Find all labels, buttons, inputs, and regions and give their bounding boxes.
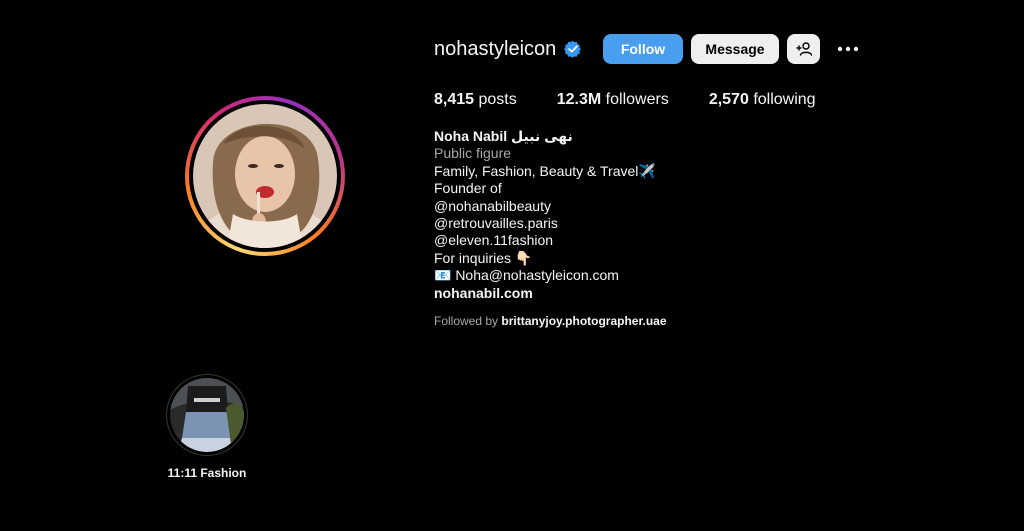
profile-bio: Noha Nabil نهى نبيل Public figure Family…: [434, 128, 656, 302]
profile-stats: 8,415 posts 12.3M followers 2,570 follow…: [434, 91, 856, 109]
followed-by-user: brittanyjoy.photographer.uae: [501, 314, 667, 328]
bio-mention-link[interactable]: @nohanabilbeauty: [434, 198, 656, 215]
profile-category: Public figure: [434, 145, 512, 162]
followed-by[interactable]: Followed by brittanyjoy.photographer.uae: [434, 314, 667, 328]
profile-avatar-ring[interactable]: [185, 96, 345, 256]
highlight-cover: [170, 378, 244, 452]
verified-badge-icon: [564, 40, 582, 58]
followed-by-prefix: Followed by: [434, 314, 499, 328]
bio-website-link[interactable]: nohanabil.com: [434, 285, 656, 302]
highlight-ring: [166, 374, 248, 456]
follow-button[interactable]: Follow: [603, 34, 683, 64]
following-stat[interactable]: 2,570 following: [709, 91, 816, 109]
person-add-icon: [795, 41, 812, 57]
avatar-gap: [189, 100, 341, 252]
following-label: following: [753, 91, 816, 108]
highlight-label: 11:11 Fashion: [167, 466, 247, 480]
bio-mention-link[interactable]: @retrouvailles.paris: [434, 215, 656, 232]
more-options-button[interactable]: [834, 36, 862, 62]
posts-label: posts: [478, 91, 517, 108]
suggest-users-button[interactable]: [787, 34, 820, 64]
following-count: 2,570: [708, 91, 749, 108]
bio-line: Founder of: [434, 180, 502, 197]
profile-full-name: Noha Nabil نهى نبيل: [434, 128, 573, 144]
bio-mention-link[interactable]: @eleven.11fashion: [434, 232, 656, 249]
profile-username: nohastyleicon: [434, 37, 557, 60]
message-button[interactable]: Message: [691, 34, 779, 64]
bio-line: For inquiries 👇🏻: [434, 249, 533, 266]
bio-email: 📧 Noha@nohastyleicon.com: [434, 267, 619, 284]
followers-label: followers: [605, 91, 669, 108]
posts-count: 8,415: [434, 91, 475, 108]
more-horizontal-icon: [837, 46, 859, 52]
story-highlight[interactable]: 11:11 Fashion: [166, 374, 248, 480]
followers-stat[interactable]: 12.3M followers: [557, 91, 669, 109]
posts-stat: 8,415 posts: [434, 91, 517, 109]
bio-line: Family, Fashion, Beauty & Travel✈️: [434, 162, 656, 179]
profile-header: nohastyleicon: [434, 34, 582, 64]
followers-count: 12.3M: [556, 91, 602, 108]
profile-avatar[interactable]: [193, 104, 337, 248]
